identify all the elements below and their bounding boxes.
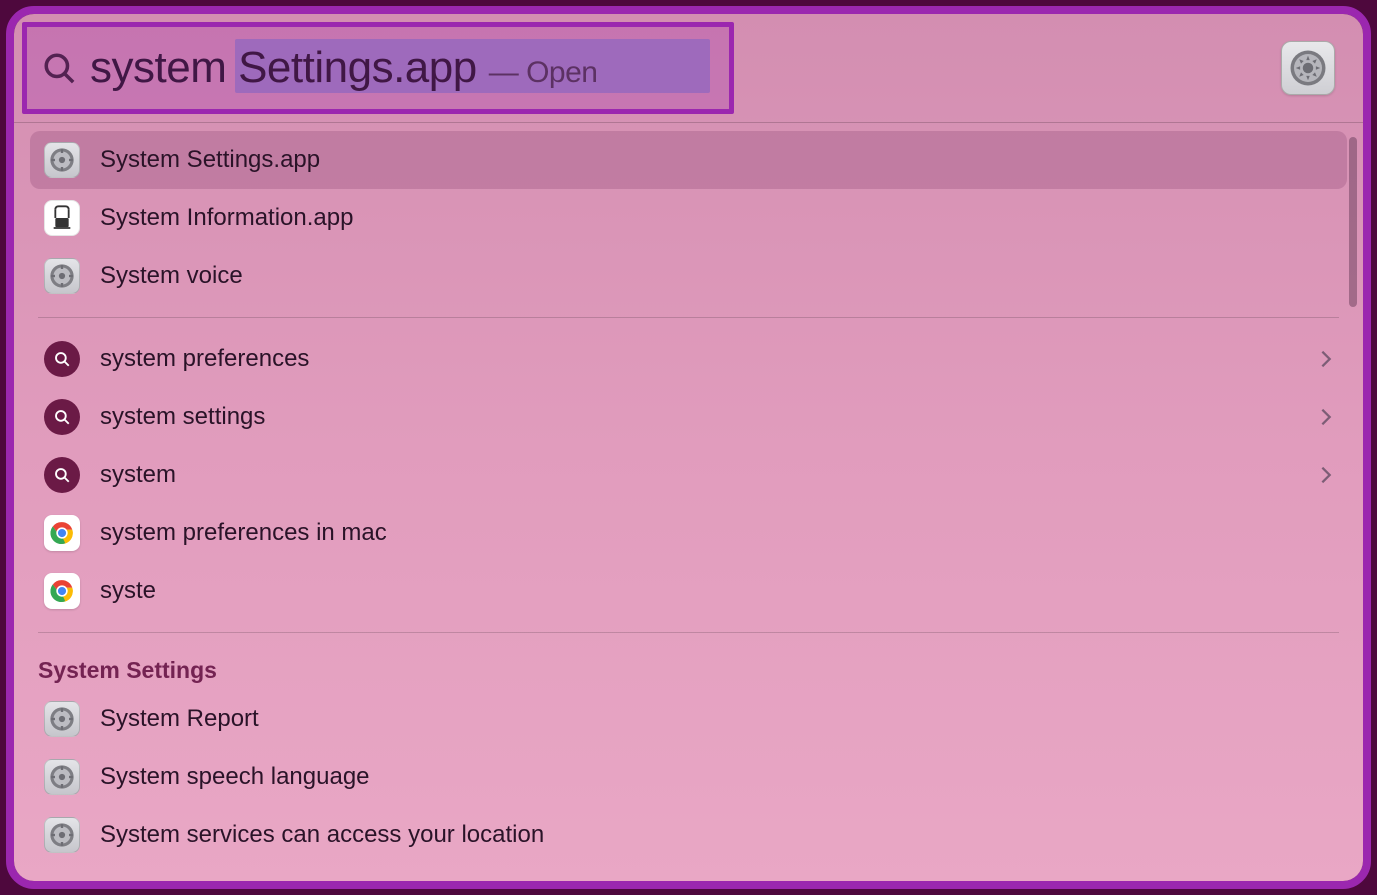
scrollbar[interactable] — [1349, 137, 1357, 307]
chevron-right-icon — [1319, 406, 1333, 428]
search-suggestion-icon — [44, 399, 80, 435]
chip-icon — [47, 203, 77, 233]
section-header-system-settings: System Settings — [30, 645, 1347, 690]
chrome-app-icon — [44, 515, 80, 551]
suggestion-label: system preferences — [100, 345, 1319, 373]
search-icon — [42, 51, 76, 85]
gear-icon — [1287, 47, 1329, 89]
settings-result-row[interactable]: System services can access your location — [30, 806, 1347, 864]
suggestion-label: syste — [100, 577, 1333, 605]
settings-app-icon — [44, 142, 80, 178]
search-suggestion-icon — [44, 341, 80, 377]
settings-result-row[interactable]: System Report — [30, 690, 1347, 748]
annotation-frame: system Settings.app — Open — [6, 6, 1371, 889]
gear-icon — [48, 763, 76, 791]
result-label: System Settings.app — [100, 146, 1333, 174]
suggestion-label: system settings — [100, 403, 1319, 431]
result-row-app[interactable]: System Information.app — [30, 189, 1347, 247]
section-divider — [38, 632, 1339, 633]
settings-result-label: System Report — [100, 705, 1333, 733]
search-suggestion-icon — [44, 457, 80, 493]
gear-icon — [48, 705, 76, 733]
settings-app-icon — [44, 701, 80, 737]
settings-app-icon — [44, 759, 80, 795]
spotlight-window: system Settings.app — Open — [14, 14, 1363, 881]
results-area: System Settings.app System Information.a… — [14, 123, 1363, 881]
section-divider — [38, 317, 1339, 318]
gear-icon — [48, 146, 76, 174]
chrome-icon — [49, 520, 75, 546]
settings-result-row[interactable]: System speech language — [30, 748, 1347, 806]
search-input-text[interactable]: system Settings.app — [90, 43, 477, 93]
suggestion-row[interactable]: system — [30, 446, 1347, 504]
chrome-icon — [49, 578, 75, 604]
result-row-app[interactable]: System Settings.app — [30, 131, 1347, 189]
gear-icon — [48, 262, 76, 290]
suggestion-row[interactable]: system settings — [30, 388, 1347, 446]
suggestion-label: system preferences in mac — [100, 519, 1333, 547]
settings-result-label: System services can access your location — [100, 821, 1333, 849]
gear-icon — [48, 821, 76, 849]
chevron-right-icon — [1319, 464, 1333, 486]
settings-app-icon — [44, 258, 80, 294]
search-header: system Settings.app — Open — [14, 14, 1363, 122]
suggestion-label: system — [100, 461, 1319, 489]
settings-app-icon — [44, 817, 80, 853]
result-label: System voice — [100, 262, 1333, 290]
chevron-right-icon — [1319, 348, 1333, 370]
suggestion-row[interactable]: syste — [30, 562, 1347, 620]
result-label: System Information.app — [100, 204, 1333, 232]
suggestion-row[interactable]: system preferences — [30, 330, 1347, 388]
search-icon — [53, 350, 71, 368]
search-hint: — Open — [489, 56, 598, 90]
suggestion-row[interactable]: system preferences in mac — [30, 504, 1347, 562]
search-icon — [53, 466, 71, 484]
search-row[interactable]: system Settings.app — Open — [42, 41, 1335, 95]
result-row-app[interactable]: System voice — [30, 247, 1347, 305]
settings-result-label: System speech language — [100, 763, 1333, 791]
chrome-app-icon — [44, 573, 80, 609]
top-hit-preview-icon — [1281, 41, 1335, 95]
search-icon — [53, 408, 71, 426]
system-information-app-icon — [44, 200, 80, 236]
